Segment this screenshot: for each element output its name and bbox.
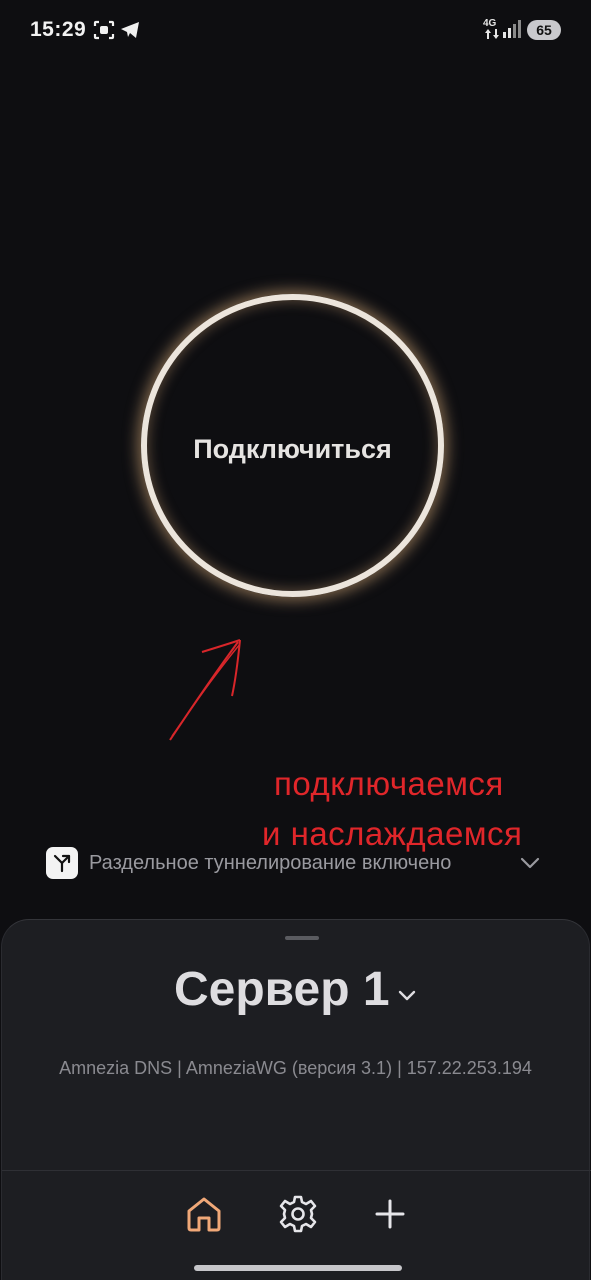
split-tunnel-icon <box>46 847 78 879</box>
split-tunneling-label: Раздельное туннелирование включено <box>89 852 452 874</box>
signal-icon <box>503 20 521 38</box>
sheet-drag-handle[interactable] <box>285 936 319 940</box>
home-icon <box>187 1197 221 1232</box>
battery-indicator: 65 <box>527 20 561 40</box>
split-tunneling-row[interactable]: Раздельное туннелирование включено <box>46 845 546 881</box>
server-bottom-sheet: Сервер 1 Amnezia DNS | AmneziaWG (версия… <box>1 919 591 1280</box>
connect-button[interactable]: Подключиться <box>141 294 444 597</box>
server-chevron-down-icon[interactable] <box>395 984 419 1008</box>
annotation-line-1: подключаемся <box>274 765 504 802</box>
nav-home-button[interactable] <box>182 1192 226 1236</box>
data-arrows-icon <box>485 29 499 39</box>
server-details: Amnezia DNS | AmneziaWG (версия 3.1) | 1… <box>59 1058 532 1078</box>
status-bar: 15:29 4G 65 <box>0 0 591 62</box>
divider <box>2 1170 591 1171</box>
status-time: 15:29 <box>30 18 87 41</box>
network-type: 4G <box>483 18 497 29</box>
add-icon <box>375 1199 405 1229</box>
server-name[interactable]: Сервер 1 <box>174 962 390 1017</box>
telegram-icon <box>121 22 139 38</box>
annotation-arrow-icon <box>169 639 241 741</box>
connect-label: Подключиться <box>193 434 392 464</box>
screenshot-icon <box>93 20 115 40</box>
nav-settings-button[interactable] <box>276 1192 320 1236</box>
nav-add-button[interactable] <box>368 1192 412 1236</box>
home-indicator[interactable] <box>194 1265 402 1271</box>
settings-icon <box>279 1195 317 1233</box>
chevron-down-icon <box>520 857 540 869</box>
